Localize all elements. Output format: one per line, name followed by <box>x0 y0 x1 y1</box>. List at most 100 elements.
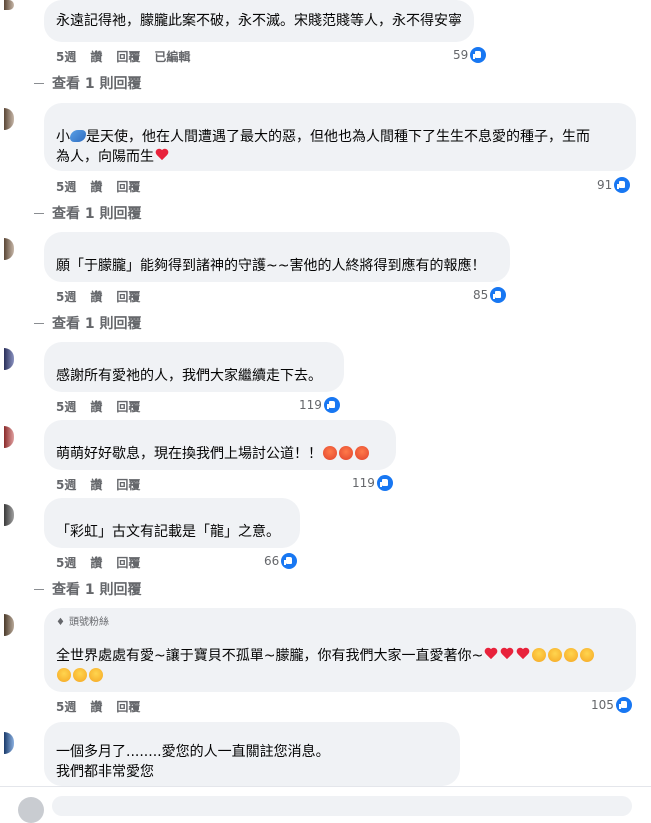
comment-input[interactable] <box>52 796 632 816</box>
reply-button[interactable]: 回覆 <box>116 288 140 305</box>
comment-bubble: ♦ 頭號粉絲 全世界處處有愛~讓于寶貝不孤單~朦朧，你有我們大家一直愛著你~ <box>44 608 636 692</box>
comment-time[interactable]: 5週 <box>56 48 76 65</box>
reaction-count[interactable]: 85 <box>473 287 507 303</box>
avatar[interactable] <box>4 504 14 526</box>
reply-button[interactable]: 回覆 <box>116 48 140 65</box>
comment-text-part: 是天使，他在人間遭遇了最大的惡，但他也為人間種下了生生不息愛的種子，生而 <box>86 129 590 145</box>
comment-actions: 5週 讚 回覆 <box>56 698 140 715</box>
comment-text-line: 為人，向陽而生 <box>56 147 624 167</box>
reaction-count[interactable]: 91 <box>597 177 631 193</box>
avatar[interactable] <box>18 797 44 823</box>
crying-emoji <box>548 648 563 662</box>
like-icon <box>281 553 298 569</box>
comment-time[interactable]: 5週 <box>56 698 76 715</box>
avatar[interactable] <box>4 348 14 370</box>
reaction-number: 105 <box>591 698 614 712</box>
like-button[interactable]: 讚 <box>90 288 102 305</box>
comment-bubble: 感謝所有愛祂的人，我們大家繼續走下去。 <box>44 342 344 392</box>
comment-bubble: 「彩虹」古文有記載是「龍」之意。 <box>44 498 300 548</box>
view-replies-label: 查看 1 則回覆 <box>52 582 142 598</box>
gem-icon: ♦ <box>56 617 65 628</box>
reply-button[interactable]: 回覆 <box>116 178 140 195</box>
crying-emoji <box>73 668 87 682</box>
comment-time[interactable]: 5週 <box>56 476 76 493</box>
view-replies-label: 查看 1 則回覆 <box>52 76 142 92</box>
like-button[interactable]: 讚 <box>90 178 102 195</box>
reaction-number: 85 <box>473 288 489 302</box>
like-button[interactable]: 讚 <box>90 48 102 65</box>
view-replies-link[interactable]: 查看 1 則回覆 <box>34 203 142 223</box>
crying-emoji <box>564 648 579 662</box>
reaction-number: 119 <box>299 398 322 412</box>
comment-text: 永遠記得祂，朦朧此案不破，永不滅。宋賤范賤等人，永不得安寧 <box>56 13 462 29</box>
view-replies-link[interactable]: 查看 1 則回覆 <box>34 579 142 599</box>
angry-emoji <box>323 446 337 460</box>
reaction-number: 91 <box>597 178 613 192</box>
reply-line <box>34 82 44 84</box>
view-replies-label: 查看 1 則回覆 <box>52 316 142 332</box>
comment-text-line <box>56 666 624 686</box>
heart-emoji <box>516 648 530 661</box>
commenter-name[interactable] <box>56 506 106 520</box>
top-fan-badge: ♦ 頭號粉絲 <box>56 616 624 630</box>
comment-text-part: 全世界處處有愛~讓于寶貝不孤單~朦朧，你有我們大家一直愛著你~ <box>56 648 484 664</box>
heart-emoji <box>484 648 498 661</box>
avatar[interactable] <box>4 108 14 130</box>
avatar[interactable] <box>4 426 14 448</box>
like-button[interactable]: 讚 <box>90 698 102 715</box>
reply-button[interactable]: 回覆 <box>116 476 140 493</box>
comment-time[interactable]: 5週 <box>56 398 76 415</box>
comment-text: 願「于朦朧」能夠得到諸神的守護~~害他的人終將得到應有的報應！ <box>56 258 486 274</box>
top-fan-label: 頭號粉絲 <box>68 617 109 628</box>
commenter-name[interactable] <box>56 240 110 254</box>
comment-bubble: 願「于朦朧」能夠得到諸神的守護~~害他的人終將得到應有的報應！ <box>44 232 510 282</box>
like-icon <box>490 287 507 303</box>
angry-emoji <box>355 446 369 460</box>
heart-emoji <box>155 149 169 162</box>
reply-line <box>34 322 44 324</box>
comment-actions: 5週 讚 回覆 <box>56 476 140 493</box>
reaction-count[interactable]: 66 <box>264 553 298 569</box>
reply-button[interactable]: 回覆 <box>116 398 140 415</box>
commenter-name[interactable] <box>56 350 110 364</box>
comment-bubble: 小是天使，他在人間遭遇了最大的惡，但他也為人間種下了生生不息愛的種子，生而 為人… <box>44 103 636 171</box>
reaction-count[interactable]: 59 <box>453 47 487 63</box>
comment-text-line: 全世界處處有愛~讓于寶貝不孤單~朦朧，你有我們大家一直愛著你~ <box>56 646 624 666</box>
like-button[interactable]: 讚 <box>90 398 102 415</box>
dolphin-emoji <box>70 130 86 142</box>
commenter-name[interactable] <box>56 428 146 442</box>
like-icon <box>614 177 631 193</box>
reply-button[interactable]: 回覆 <box>116 554 140 571</box>
view-replies-link[interactable]: 查看 1 則回覆 <box>34 73 142 93</box>
comment-time[interactable]: 5週 <box>56 288 76 305</box>
comment-text-part: 小 <box>56 129 70 145</box>
reaction-count[interactable]: 105 <box>591 697 632 713</box>
avatar[interactable] <box>4 732 14 754</box>
comment-text-line: 一個多月了........愛您的人一直關註您消息。 <box>56 744 330 760</box>
comment-text-part: 萌萌好好歇息，現在換我們上場討公道！！ <box>56 446 322 462</box>
avatar[interactable] <box>4 0 14 10</box>
commenter-name[interactable] <box>56 630 132 644</box>
comment-bubble: 一個多月了........愛您的人一直關註您消息。 我們都非常愛您 <box>44 722 460 786</box>
heart-emoji <box>500 648 514 661</box>
view-replies-link[interactable]: 查看 1 則回覆 <box>34 313 142 333</box>
commenter-name[interactable] <box>56 730 116 740</box>
crying-emoji <box>57 668 71 682</box>
comment-time[interactable]: 5週 <box>56 554 76 571</box>
reply-button[interactable]: 回覆 <box>116 698 140 715</box>
like-icon <box>470 47 487 63</box>
comment-text-line: 我們都非常愛您 <box>56 764 154 780</box>
avatar[interactable] <box>4 238 14 260</box>
comment-actions: 5週 讚 回覆 <box>56 178 140 195</box>
comment-time[interactable]: 5週 <box>56 178 76 195</box>
commenter-name[interactable] <box>56 111 126 125</box>
like-button[interactable]: 讚 <box>90 476 102 493</box>
reply-line <box>34 212 44 214</box>
reaction-count[interactable]: 119 <box>299 397 340 413</box>
like-button[interactable]: 讚 <box>90 554 102 571</box>
comment-text-line: 小是天使，他在人間遭遇了最大的惡，但他也為人間種下了生生不息愛的種子，生而 <box>56 127 624 147</box>
edited-label: 已編輯 <box>154 50 191 64</box>
comment-text-part: 為人，向陽而生 <box>56 149 154 165</box>
avatar[interactable] <box>4 614 14 636</box>
reaction-count[interactable]: 119 <box>352 475 393 491</box>
